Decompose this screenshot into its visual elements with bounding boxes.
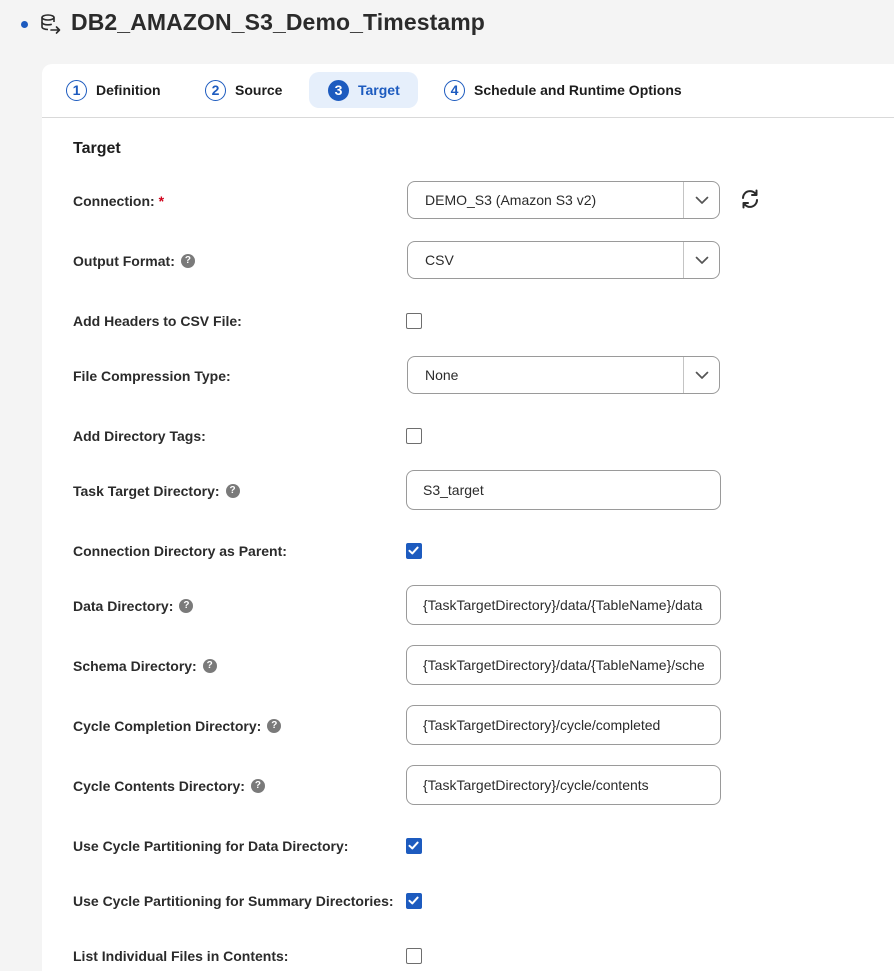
output-format-select[interactable]: CSV [407, 241, 720, 279]
task-target-directory-input[interactable] [406, 470, 721, 510]
tab-schedule-runtime[interactable]: 4 Schedule and Runtime Options [444, 72, 692, 108]
tab-number: 2 [205, 79, 226, 101]
tab-label: Schedule and Runtime Options [474, 82, 682, 98]
connection-select[interactable]: DEMO_S3 (Amazon S3 v2) [407, 181, 720, 219]
tab-source[interactable]: 2 Source [205, 72, 292, 108]
cycle-completion-directory-input[interactable] [406, 705, 721, 745]
help-circle-icon[interactable]: ? [179, 599, 194, 613]
check-icon [408, 896, 419, 905]
status-dot [21, 21, 28, 28]
cycle-partitioning-summary-label: Use Cycle Partitioning for Summary Direc… [73, 893, 394, 909]
file-compression-label: File Compression Type: [73, 368, 231, 384]
add-directory-tags-checkbox[interactable] [406, 428, 422, 444]
tab-number: 4 [444, 79, 465, 101]
tab-target[interactable]: 3 Target [309, 72, 418, 108]
help-circle-icon[interactable]: ? [180, 254, 195, 268]
connection-label: Connection: * [73, 193, 164, 209]
chevron-down-icon[interactable] [683, 242, 719, 278]
schema-directory-input[interactable] [406, 645, 721, 685]
data-directory-label: Data Directory: ? [73, 598, 194, 614]
cycle-completion-directory-label: Cycle Completion Directory: ? [73, 718, 282, 734]
tab-definition[interactable]: 1 Definition [66, 72, 171, 108]
output-format-label: Output Format: ? [73, 253, 195, 269]
tab-label: Source [235, 82, 283, 98]
database-export-icon [41, 14, 61, 34]
add-headers-checkbox[interactable] [406, 313, 422, 329]
cycle-contents-directory-label: Cycle Contents Directory: ? [73, 778, 265, 794]
connection-directory-parent-checkbox[interactable] [406, 543, 422, 559]
help-circle-icon[interactable]: ? [250, 779, 265, 793]
cycle-partitioning-summary-checkbox[interactable] [406, 893, 422, 909]
tab-label: Target [358, 82, 400, 98]
connection-value: DEMO_S3 (Amazon S3 v2) [425, 192, 597, 208]
cycle-partitioning-data-checkbox[interactable] [406, 838, 422, 854]
data-directory-input[interactable] [406, 585, 721, 625]
chevron-down-icon[interactable] [683, 182, 719, 218]
schema-directory-label: Schema Directory: ? [73, 658, 217, 674]
file-compression-select[interactable]: None [407, 356, 720, 394]
label-text: Output Format: [73, 253, 175, 269]
add-directory-tags-label: Add Directory Tags: [73, 428, 206, 444]
tab-label: Definition [96, 82, 161, 98]
tab-number: 3 [328, 79, 349, 101]
help-circle-icon[interactable]: ? [225, 484, 240, 498]
help-circle-icon[interactable]: ? [202, 659, 217, 673]
label-text: Cycle Contents Directory: [73, 778, 245, 794]
list-individual-files-label: List Individual Files in Contents: [73, 948, 289, 964]
label-text: Task Target Directory: [73, 483, 220, 499]
cycle-contents-directory-input[interactable] [406, 765, 721, 805]
wizard-tabs: 1 Definition 2 Source 3 Target 4 Schedul… [42, 64, 894, 118]
help-circle-icon[interactable]: ? [267, 719, 282, 733]
chevron-down-icon[interactable] [683, 357, 719, 393]
required-mark: * [158, 193, 165, 209]
output-format-value: CSV [425, 252, 454, 268]
cycle-partitioning-data-label: Use Cycle Partitioning for Data Director… [73, 838, 349, 854]
title-bar: DB2_AMAZON_S3_Demo_Timestamp [0, 0, 894, 56]
section-title: Target [73, 140, 121, 157]
page-title: DB2_AMAZON_S3_Demo_Timestamp [71, 9, 485, 35]
refresh-icon[interactable] [739, 188, 761, 210]
label-text: Cycle Completion Directory: [73, 718, 262, 734]
label-text: Connection: [73, 193, 155, 209]
list-individual-files-checkbox[interactable] [406, 948, 422, 964]
target-form: Target Connection: * DEMO_S3 (Amazon S3 … [42, 118, 894, 971]
add-headers-label: Add Headers to CSV File: [73, 313, 242, 329]
check-icon [408, 546, 419, 555]
task-target-directory-label: Task Target Directory: ? [73, 483, 240, 499]
file-compression-value: None [425, 367, 459, 383]
check-icon [408, 841, 419, 850]
label-text: Data Directory: [73, 598, 174, 614]
label-text: Schema Directory: [73, 658, 197, 674]
tab-number: 1 [66, 79, 87, 101]
connection-directory-parent-label: Connection Directory as Parent: [73, 543, 287, 559]
